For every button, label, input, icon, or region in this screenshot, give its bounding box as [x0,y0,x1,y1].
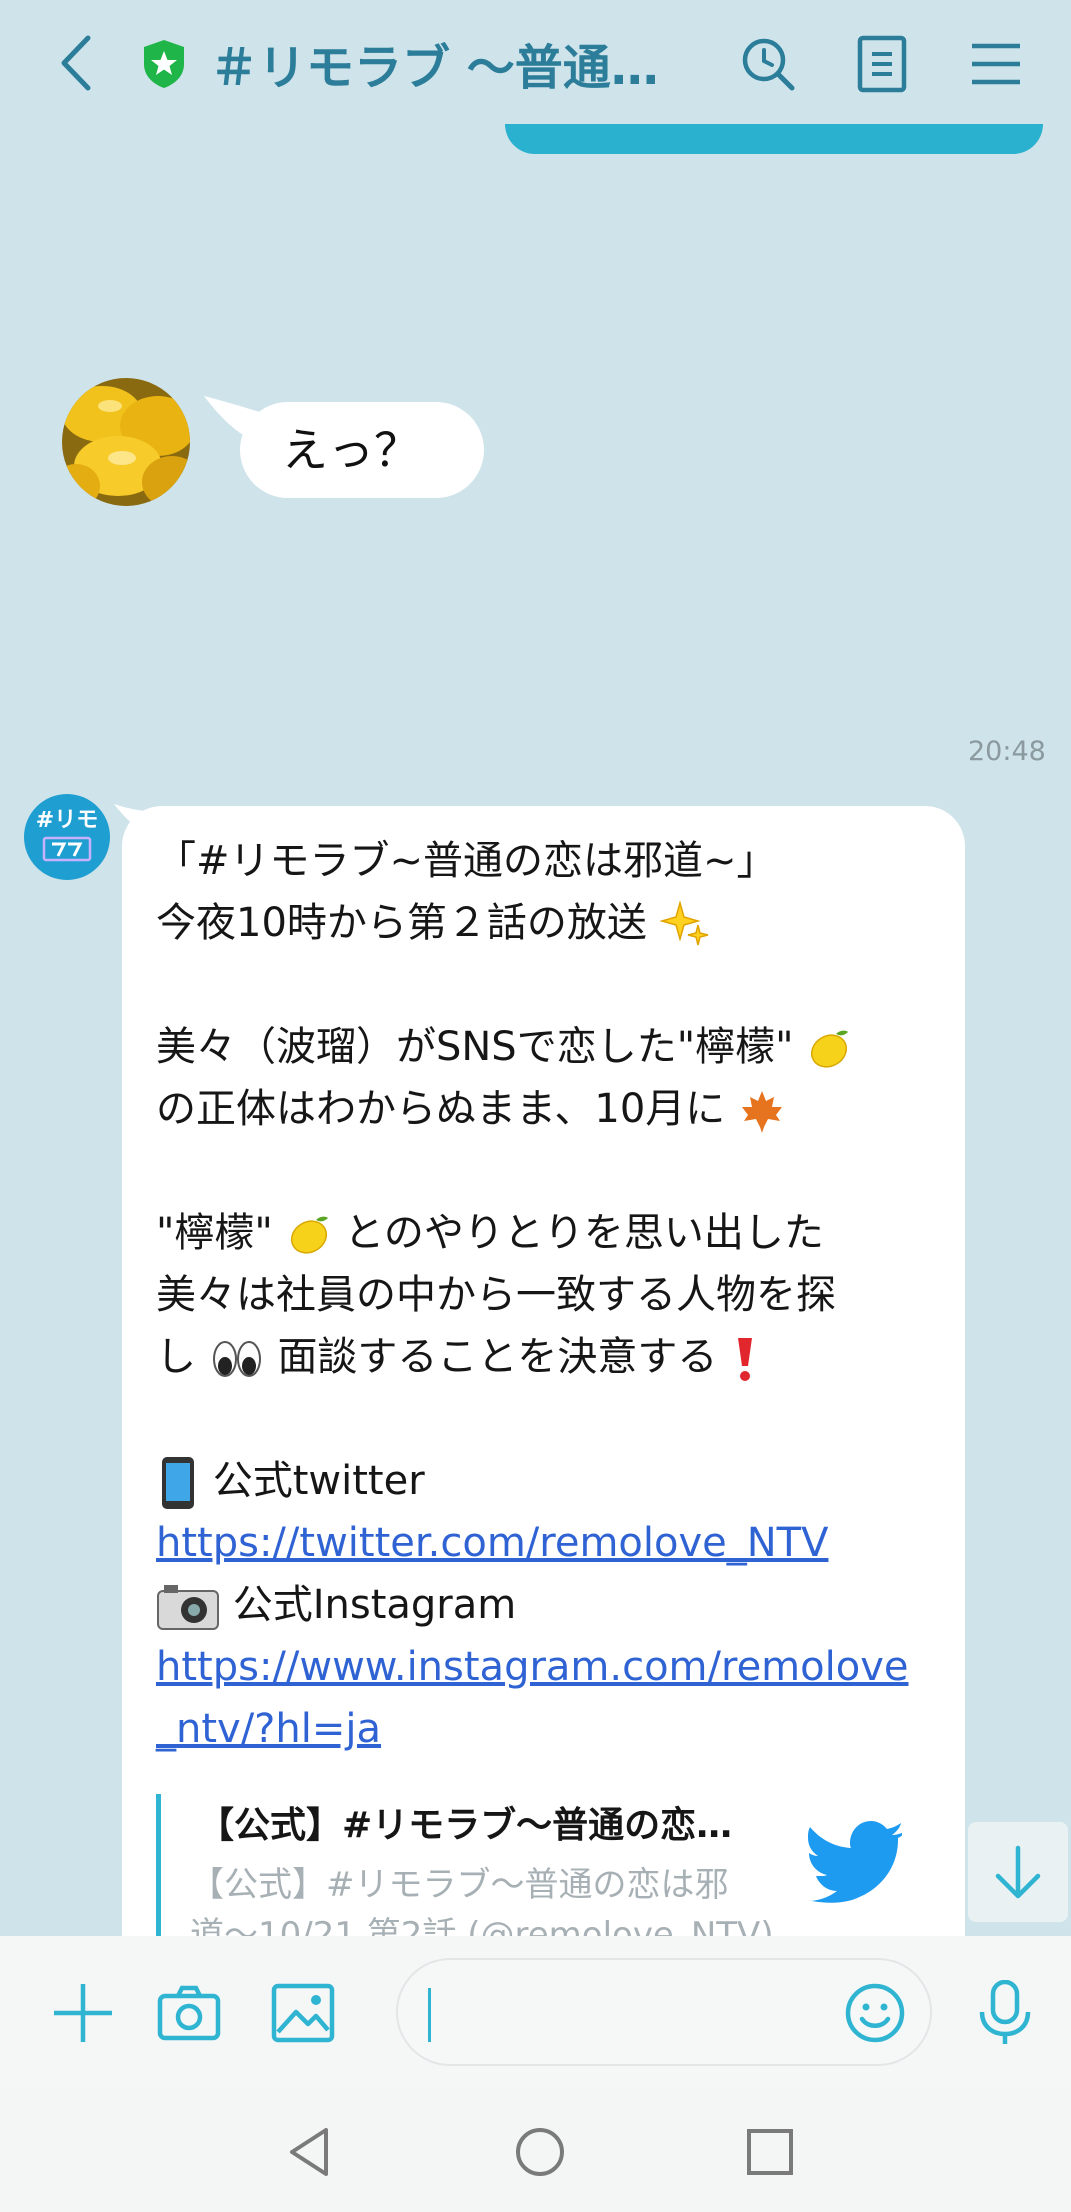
smiley-icon[interactable] [844,1982,906,2044]
message-line: 公式Instagram [156,1574,946,1636]
message-line [156,1140,946,1202]
message-bubble[interactable]: えっ？ [240,402,484,498]
chat-header: ＃リモラブ 〜普通の恋は邪道〜 [0,0,1071,130]
message-input[interactable] [396,1958,932,2066]
twitter-link[interactable]: https://twitter.com/remolove_NTV [156,1512,946,1574]
account-avatar[interactable]: #リモ [24,794,110,880]
message-bubble[interactable]: 「#リモラブ~普通の恋は邪道~」 今夜10時から第２話の放送 美々（波瑠）がSN… [122,806,965,2006]
search-icon[interactable] [738,34,798,94]
sparkles-icon [659,900,708,946]
system-navigation-bar [0,2088,1071,2212]
instagram-link[interactable]: https://www.instagram.com/remolove [156,1636,946,1698]
message-line: 「#リモラブ~普通の恋は邪道~」 [156,838,777,884]
sent-message-bubble[interactable] [505,124,1043,154]
message-line: の正体はわからぬまま、10月に [156,1078,946,1140]
message-timestamp: 20:48 [968,736,1046,767]
image-icon[interactable] [270,1980,336,2046]
message-line: "檸檬" とのやりとりを思い出した [156,1202,946,1264]
avatar-logo-mark [42,836,92,862]
shield-star-icon [144,40,184,88]
message-line: し 面談することを決意する [156,1326,946,1388]
arrow-down-icon [995,1845,1041,1899]
lemon-photo [62,378,190,506]
lemon-icon [811,1030,849,1068]
plus-icon[interactable] [50,1980,116,2046]
scroll-to-bottom-button[interactable] [968,1822,1068,1922]
message-line [156,954,946,1016]
mobile-phone-icon [162,1457,194,1509]
camera-icon[interactable] [156,1980,222,2046]
notes-icon[interactable] [852,34,912,94]
message-text: えっ？ [282,423,420,477]
maple-leaf-icon [742,1091,783,1133]
message-line: 美々（波瑠）がSNSで恋した"檸檬" [156,1016,946,1078]
eyes-icon [212,1341,261,1377]
recents-square-icon[interactable] [744,2126,796,2178]
lemon-icon [290,1216,328,1254]
menu-icon[interactable] [966,34,1026,94]
text-caret [428,1988,431,2042]
exclamation-icon [738,1338,753,1381]
camera-emoji-icon [157,1585,219,1630]
twitter-bird-icon [808,1821,902,1903]
card-title: 【公式】#リモラブ〜普通の恋は邪道〜10/21 第2話 [198,1805,758,1846]
back-triangle-icon[interactable] [284,2126,336,2178]
chat-title[interactable]: ＃リモラブ 〜普通の恋は邪道〜 [210,28,680,98]
message-line: 美々は社員の中から一致する人物を探 [156,1272,836,1318]
chevron-left-icon[interactable] [52,30,102,96]
instagram-link-cont[interactable]: _ntv/?hl=ja [156,1698,946,1760]
message-line: 今夜10時から第２話の放送 [156,892,946,954]
message-input-bar [0,1936,1071,2088]
account-avatar-text: #リモ [35,808,99,833]
microphone-icon[interactable] [972,1980,1038,2046]
avatar[interactable] [62,378,190,506]
message-line [156,1388,946,1450]
message-body: 「#リモラブ~普通の恋は邪道~」 今夜10時から第２話の放送 美々（波瑠）がSN… [156,830,946,1760]
home-circle-icon[interactable] [514,2126,566,2178]
message-line: 公式twitter [156,1450,946,1512]
